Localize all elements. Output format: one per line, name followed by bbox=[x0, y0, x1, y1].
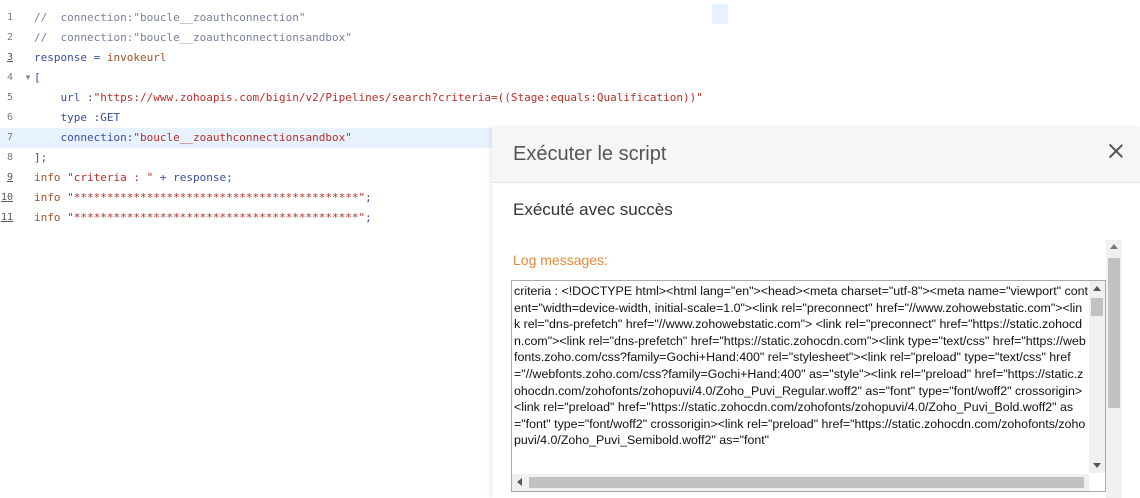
scrollbar-thumb[interactable] bbox=[1108, 258, 1120, 408]
code-text: info "**********************************… bbox=[34, 188, 372, 208]
code-token: info bbox=[34, 191, 68, 204]
code-token: info bbox=[34, 211, 68, 224]
execute-script-dialog: Exécuter le script Exécuté avec succès L… bbox=[492, 127, 1140, 498]
scrollbar-thumb[interactable] bbox=[529, 477, 1084, 488]
code-line[interactable]: 1 // connection:"boucle__zoauthconnection… bbox=[0, 8, 1140, 28]
scrollbar-thumb[interactable] bbox=[1091, 298, 1103, 316]
line-number: 5 bbox=[6, 92, 13, 103]
log-messages-label: Log messages: bbox=[513, 252, 608, 268]
line-number: 9 bbox=[6, 172, 13, 183]
line-number: 1 bbox=[6, 12, 13, 23]
code-token: // connection:"boucle__zoauthconnections… bbox=[34, 31, 352, 44]
code-text: info "**********************************… bbox=[34, 208, 372, 228]
code-text: ]; bbox=[34, 148, 47, 168]
scroll-up-icon[interactable] bbox=[1110, 244, 1118, 249]
scroll-left-icon[interactable] bbox=[517, 478, 522, 486]
scroll-up-icon[interactable] bbox=[1093, 286, 1101, 291]
code-line[interactable]: 4 ▼[ bbox=[0, 68, 1140, 88]
code-token: + response; bbox=[153, 171, 233, 184]
code-token: "***************************************… bbox=[67, 211, 366, 224]
line-number: 3 bbox=[6, 52, 13, 63]
line-number: 8 bbox=[6, 152, 13, 163]
code-text: connection:"boucle__zoauthconnectionsand… bbox=[34, 128, 352, 148]
code-token: type :GET bbox=[34, 111, 121, 124]
code-token: "https://www.zohoapis.com/bigin/v2/Pipel… bbox=[93, 91, 703, 104]
code-text: // connection:"boucle__zoauthconnections… bbox=[34, 28, 352, 48]
code-token: "boucle__zoauthconnectionsandbox" bbox=[133, 131, 352, 144]
code-token: "***************************************… bbox=[67, 191, 366, 204]
code-token: url : bbox=[34, 91, 94, 104]
line-number: 7 bbox=[6, 132, 13, 143]
code-text: // connection:"boucle__zoauthconnection" bbox=[34, 8, 306, 28]
code-token: ]; bbox=[34, 151, 48, 164]
execution-status: Exécuté avec succès bbox=[513, 200, 673, 219]
line-number: 10 bbox=[0, 192, 13, 203]
code-line[interactable]: 2 // connection:"boucle__zoauthconnection… bbox=[0, 28, 1140, 48]
code-line[interactable]: 5 url :"https://www.zohoapis.com/bigin/v… bbox=[0, 88, 1140, 108]
log-messages-text: criteria : <!DOCTYPE html><html lang="en… bbox=[514, 284, 1088, 448]
code-token: connection: bbox=[34, 131, 134, 144]
log-messages-box[interactable]: criteria : <!DOCTYPE html><html lang="en… bbox=[511, 280, 1106, 492]
line-number: 4 bbox=[6, 72, 13, 83]
scroll-down-icon[interactable] bbox=[1093, 463, 1101, 468]
code-token: [ bbox=[34, 71, 41, 84]
dialog-header: Exécuter le script bbox=[492, 127, 1140, 183]
code-token: invokeurl bbox=[106, 51, 167, 64]
line-number: 6 bbox=[6, 112, 13, 123]
code-token: ; bbox=[365, 191, 372, 204]
line-number: 2 bbox=[6, 32, 13, 43]
dialog-scrollbar[interactable] bbox=[1106, 240, 1122, 498]
code-line[interactable]: 7 connection:"boucle__zoauthconnectionsa… bbox=[0, 128, 492, 148]
code-text: url :"https://www.zohoapis.com/bigin/v2/… bbox=[34, 88, 703, 108]
dialog-title: Exécuter le script bbox=[513, 143, 667, 165]
code-token: response bbox=[34, 51, 87, 64]
code-token: info bbox=[34, 171, 68, 184]
code-text: type :GET bbox=[34, 108, 120, 128]
code-text: info "criteria : " + response; bbox=[34, 168, 233, 188]
code-line[interactable]: 3 response = invokeurl bbox=[0, 48, 1140, 68]
log-vertical-scrollbar[interactable] bbox=[1089, 281, 1105, 473]
code-token: "criteria : " bbox=[67, 171, 154, 184]
log-horizontal-scrollbar[interactable] bbox=[512, 474, 1089, 491]
code-line[interactable]: 6 type :GET bbox=[0, 108, 1140, 128]
fold-arrow-icon[interactable]: ▼ bbox=[24, 68, 32, 88]
line-number: 11 bbox=[0, 212, 13, 223]
code-text: [ bbox=[34, 68, 41, 88]
code-text: response = invokeurl bbox=[34, 48, 166, 68]
code-token: // connection:"boucle__zoauthconnection" bbox=[34, 11, 306, 24]
close-icon[interactable] bbox=[1108, 143, 1124, 159]
code-token: ; bbox=[365, 211, 372, 224]
code-token: = bbox=[86, 51, 107, 64]
